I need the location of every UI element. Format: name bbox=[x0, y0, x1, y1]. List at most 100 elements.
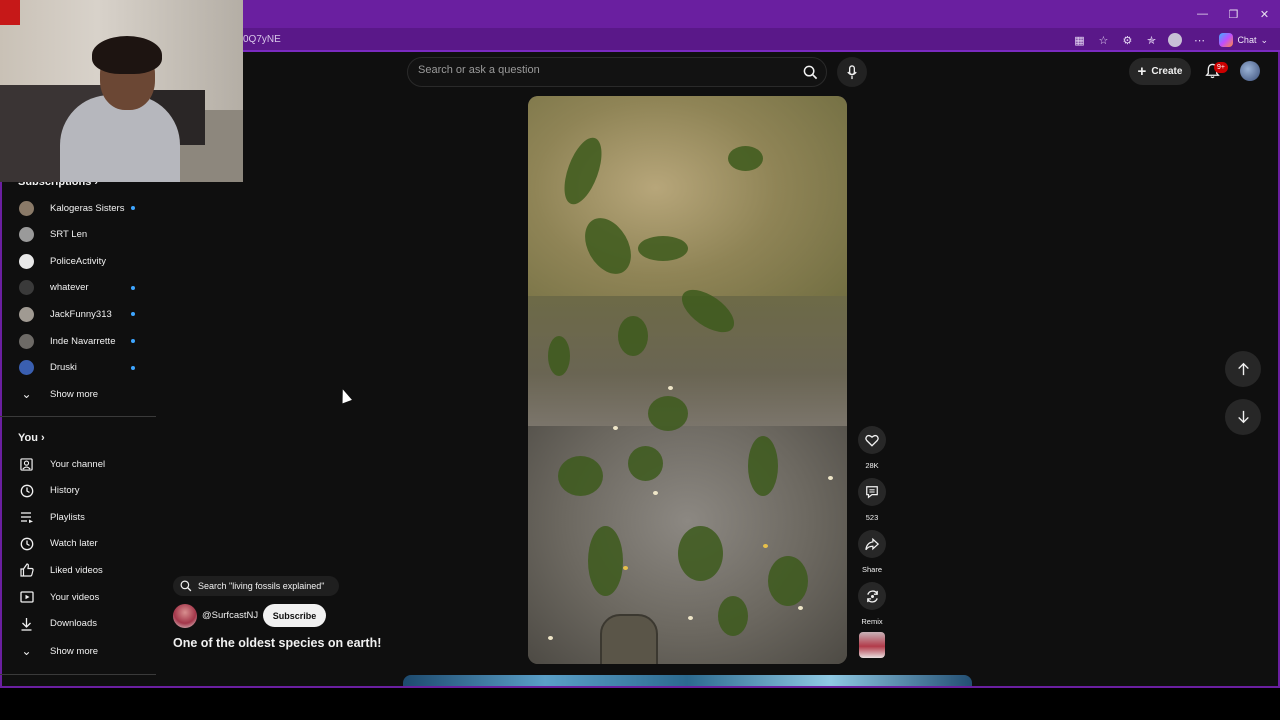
remix-button[interactable]: Remix bbox=[857, 582, 887, 626]
sidebar-divider bbox=[0, 674, 156, 675]
remix-icon bbox=[866, 589, 878, 603]
profile-icon[interactable] bbox=[1167, 32, 1183, 48]
sidebar-subscription-item[interactable]: SRT Len bbox=[0, 222, 158, 248]
more-icon[interactable]: ⋯ bbox=[1191, 32, 1207, 48]
browser-toolbar: ▦ ☆ ⚙ ✯ ⋯ Chat ⌄ bbox=[1071, 28, 1272, 52]
arrow-down-icon bbox=[1237, 410, 1249, 424]
history-icon bbox=[19, 483, 34, 498]
your-videos-icon bbox=[19, 590, 34, 605]
you-title: You bbox=[18, 432, 38, 444]
voice-search-button[interactable] bbox=[837, 57, 867, 87]
sidebar-item-downloads[interactable]: Downloads bbox=[0, 611, 158, 637]
channel-avatar bbox=[19, 280, 34, 296]
sidebar-item-label: Downloads bbox=[50, 618, 97, 630]
sidebar-item-label: Watch later bbox=[50, 538, 98, 550]
chevron-down-icon: ⌄ bbox=[21, 644, 32, 658]
short-title[interactable]: One of the oldest species on earth! bbox=[173, 636, 381, 650]
webcam-overlay bbox=[0, 0, 243, 182]
share-button[interactable]: Share bbox=[857, 530, 887, 574]
like-button[interactable]: 28K bbox=[857, 426, 887, 470]
like-count: 28K bbox=[865, 461, 879, 470]
sidebar-subscription-item[interactable]: Kalogeras Sisters bbox=[0, 195, 158, 221]
sidebar-item-label: Your channel bbox=[50, 458, 106, 470]
subscription-label: Druski bbox=[50, 362, 77, 374]
show-more-you[interactable]: ⌄ Show more bbox=[0, 638, 158, 664]
comments-button[interactable]: 523 bbox=[857, 478, 887, 522]
close-icon[interactable]: ✕ bbox=[1249, 0, 1280, 28]
url-text[interactable]: 0Q7yNE bbox=[243, 34, 281, 45]
channel-name[interactable]: @SurfcastNJ bbox=[202, 610, 258, 621]
channel-avatar bbox=[19, 360, 34, 376]
sidebar-subscription-item[interactable]: Druski bbox=[0, 355, 158, 381]
sidebar-item-your-channel[interactable]: Your channel bbox=[0, 451, 158, 477]
channel-avatar bbox=[19, 227, 34, 243]
sidebar-subscription-item[interactable]: JackFunny313 bbox=[0, 301, 158, 327]
sidebar-subscription-item[interactable]: Inde Navarrette bbox=[0, 328, 158, 354]
share-icon bbox=[865, 537, 879, 550]
channel-icon bbox=[19, 457, 34, 472]
sidebar-item-liked-videos[interactable]: Liked videos bbox=[0, 557, 158, 583]
minimize-icon[interactable]: — bbox=[1187, 0, 1218, 28]
extension-icon[interactable]: ⚙ bbox=[1119, 32, 1135, 48]
show-more-label: Show more bbox=[50, 388, 99, 400]
search-box[interactable] bbox=[407, 57, 827, 87]
collections-icon[interactable]: ✯ bbox=[1143, 32, 1159, 48]
subscription-label: Inde Navarrette bbox=[50, 335, 116, 347]
sidebar-item-label: Liked videos bbox=[50, 564, 103, 576]
create-button[interactable]: + Create bbox=[1129, 58, 1191, 85]
search-input[interactable] bbox=[418, 64, 778, 76]
account-avatar[interactable] bbox=[1240, 61, 1260, 81]
sidebar-item-label: Playlists bbox=[50, 511, 85, 523]
show-more-subscriptions[interactable]: ⌄ Show more bbox=[0, 381, 158, 407]
taskbar-area bbox=[0, 688, 1280, 720]
channel-avatar bbox=[19, 306, 34, 322]
copilot-chat-button[interactable]: Chat ⌄ bbox=[1215, 33, 1272, 47]
channel-avatar bbox=[19, 200, 34, 216]
new-content-dot bbox=[131, 339, 135, 343]
notification-badge: 9+ bbox=[1214, 62, 1228, 73]
short-video-player[interactable] bbox=[528, 96, 847, 664]
heart-icon bbox=[865, 434, 879, 447]
share-label: Share bbox=[861, 565, 882, 574]
channel-avatar bbox=[19, 333, 34, 349]
sidebar-subscription-item[interactable]: PoliceActivity bbox=[0, 248, 158, 274]
subscription-label: SRT Len bbox=[50, 229, 88, 241]
copilot-logo-icon bbox=[1219, 33, 1234, 47]
sidebar-subscription-item[interactable]: whatever bbox=[0, 275, 158, 301]
subscription-label: JackFunny313 bbox=[50, 308, 112, 320]
subscription-label: Kalogeras Sisters bbox=[50, 202, 125, 214]
search-suggestion-chip[interactable]: Search "living fossils explained" bbox=[173, 576, 339, 596]
watch-later-icon bbox=[19, 536, 34, 551]
subscription-label: whatever bbox=[50, 282, 89, 294]
favorite-icon[interactable]: ☆ bbox=[1095, 32, 1111, 48]
copilot-label: Chat bbox=[1237, 35, 1257, 45]
comment-icon bbox=[866, 486, 878, 499]
sidebar-item-playlists[interactable]: Playlists bbox=[0, 504, 158, 530]
new-content-dot bbox=[131, 365, 135, 370]
subscription-label: PoliceActivity bbox=[50, 255, 106, 267]
microphone-icon bbox=[847, 64, 857, 79]
sound-thumbnail[interactable] bbox=[859, 632, 885, 658]
download-icon bbox=[19, 616, 34, 631]
sidebar-item-watch-later[interactable]: Watch later bbox=[0, 531, 158, 557]
subscribe-button[interactable]: Subscribe bbox=[263, 604, 326, 627]
window-controls: — ❐ ✕ bbox=[1187, 0, 1280, 28]
sidebar-item-your-videos[interactable]: Your videos bbox=[0, 584, 158, 610]
new-content-dot bbox=[131, 312, 135, 317]
channel-avatar[interactable] bbox=[173, 604, 197, 628]
apps-icon[interactable]: ▦ bbox=[1071, 32, 1087, 48]
like-icon bbox=[19, 563, 34, 578]
chevron-right-icon: › bbox=[41, 432, 45, 444]
comment-count: 523 bbox=[865, 513, 879, 522]
you-heading[interactable]: You › bbox=[18, 432, 45, 444]
remix-label: Remix bbox=[861, 617, 883, 626]
search-button[interactable] bbox=[797, 60, 823, 84]
next-short-button[interactable] bbox=[1225, 399, 1261, 435]
arrow-up-icon bbox=[1237, 362, 1249, 376]
previous-short-button[interactable] bbox=[1225, 351, 1261, 387]
sidebar-item-history[interactable]: History bbox=[0, 478, 158, 504]
sidebar-item-label: Your videos bbox=[50, 591, 100, 603]
search-icon bbox=[180, 580, 192, 592]
next-short-preview[interactable] bbox=[403, 675, 972, 686]
restore-icon[interactable]: ❐ bbox=[1218, 0, 1249, 28]
